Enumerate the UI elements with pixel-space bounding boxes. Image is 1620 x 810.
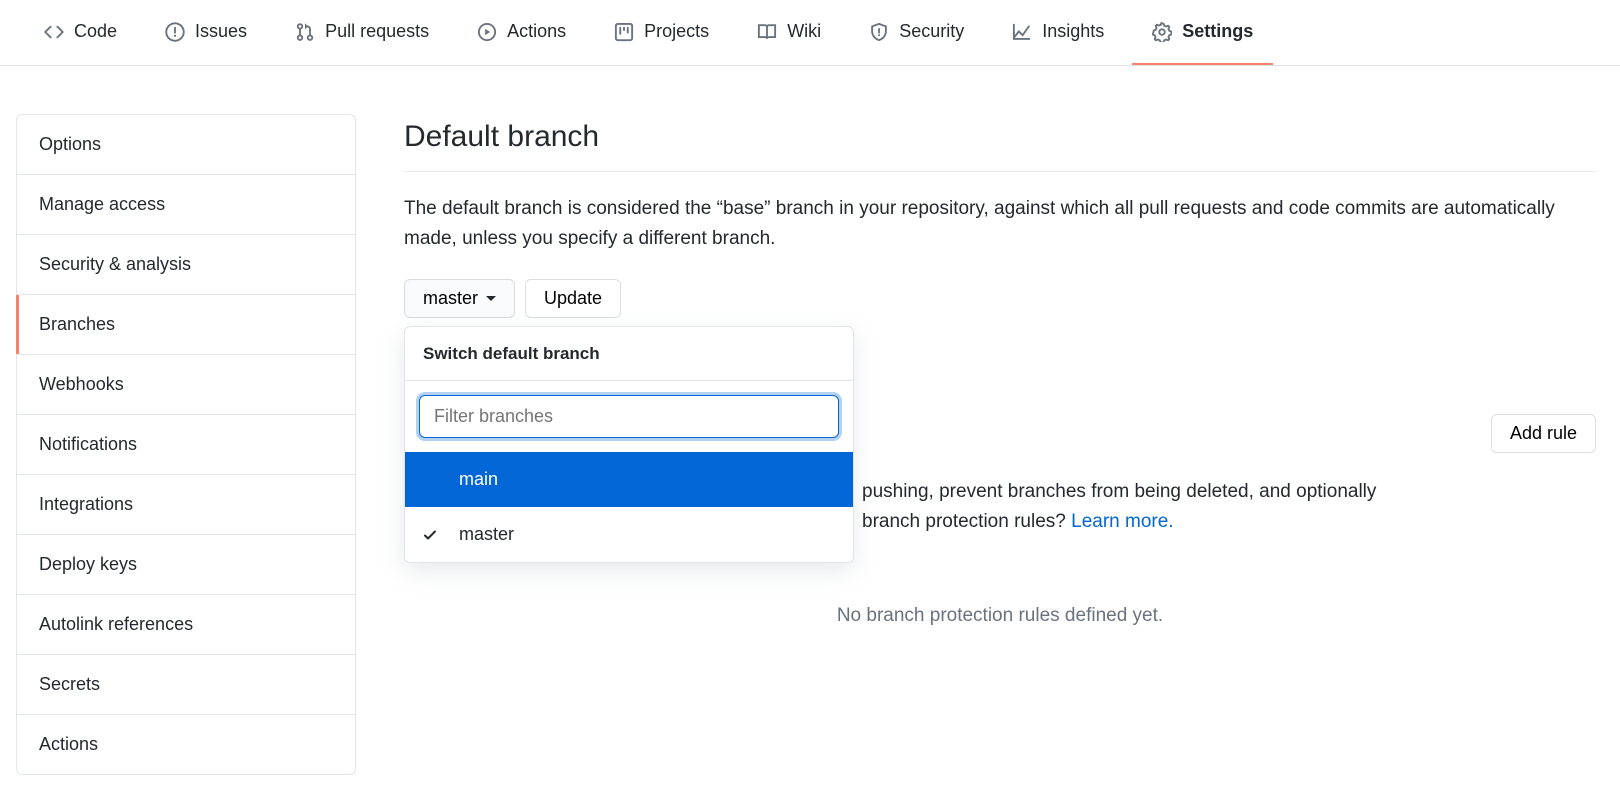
caret-down-icon bbox=[486, 296, 496, 301]
sidebar-item-integrations[interactable]: Integrations bbox=[17, 475, 355, 535]
wiki-icon bbox=[757, 22, 777, 42]
tab-security[interactable]: Security bbox=[849, 0, 984, 65]
security-icon bbox=[869, 22, 889, 42]
issue-icon bbox=[165, 22, 185, 42]
sidebar-item-webhooks[interactable]: Webhooks bbox=[17, 355, 355, 415]
add-rule-button[interactable]: Add rule bbox=[1491, 414, 1596, 453]
pr-icon bbox=[295, 22, 315, 42]
branch-selector-button[interactable]: master bbox=[404, 279, 515, 318]
code-icon bbox=[44, 22, 64, 42]
actions-icon bbox=[477, 22, 497, 42]
tab-insights[interactable]: Insights bbox=[992, 0, 1124, 65]
tab-label: Settings bbox=[1182, 18, 1253, 45]
branch-option-label: main bbox=[449, 466, 498, 493]
tab-label: Pull requests bbox=[325, 18, 429, 45]
sidebar-item-options[interactable]: Options bbox=[17, 115, 355, 175]
sidebar-item-secrets[interactable]: Secrets bbox=[17, 655, 355, 715]
tab-issues[interactable]: Issues bbox=[145, 0, 267, 65]
tab-label: Security bbox=[899, 18, 964, 45]
tab-label: Actions bbox=[507, 18, 566, 45]
repo-nav: Code Issues Pull requests Actions Projec… bbox=[0, 0, 1620, 66]
branch-selector-label: master bbox=[423, 288, 478, 309]
no-rules-message: No branch protection rules defined yet. bbox=[404, 602, 1596, 631]
check-icon bbox=[421, 527, 439, 543]
tab-label: Issues bbox=[195, 18, 247, 45]
settings-icon bbox=[1152, 22, 1172, 42]
tab-label: Wiki bbox=[787, 18, 821, 45]
sidebar-item-deploy-keys[interactable]: Deploy keys bbox=[17, 535, 355, 595]
learn-more-link[interactable]: Learn more. bbox=[1071, 511, 1173, 532]
sidebar-item-autolink-references[interactable]: Autolink references bbox=[17, 595, 355, 655]
tab-settings[interactable]: Settings bbox=[1132, 0, 1273, 65]
tab-projects[interactable]: Projects bbox=[594, 0, 729, 65]
sidebar-item-actions[interactable]: Actions bbox=[17, 715, 355, 774]
settings-sidebar: Options Manage access Security & analysi… bbox=[16, 114, 356, 775]
branch-option-main[interactable]: main bbox=[405, 452, 853, 507]
tab-code[interactable]: Code bbox=[24, 0, 137, 65]
branch-option-label: master bbox=[449, 521, 514, 548]
sidebar-item-manage-access[interactable]: Manage access bbox=[17, 175, 355, 235]
tab-label: Projects bbox=[644, 18, 709, 45]
tab-label: Insights bbox=[1042, 18, 1104, 45]
tab-actions[interactable]: Actions bbox=[457, 0, 586, 65]
main-content: Default branch The default branch is con… bbox=[404, 114, 1596, 775]
dropdown-title: Switch default branch bbox=[405, 327, 853, 382]
sidebar-item-notifications[interactable]: Notifications bbox=[17, 415, 355, 475]
switch-branch-dropdown: Switch default branch main master bbox=[404, 326, 854, 564]
default-branch-description: The default branch is considered the “ba… bbox=[404, 194, 1596, 255]
insights-icon bbox=[1012, 22, 1032, 42]
sidebar-item-security-analysis[interactable]: Security & analysis bbox=[17, 235, 355, 295]
filter-branches-input[interactable] bbox=[419, 395, 839, 438]
branch-option-master[interactable]: master bbox=[405, 507, 853, 562]
tab-pull-requests[interactable]: Pull requests bbox=[275, 0, 449, 65]
sidebar-item-branches[interactable]: Branches bbox=[17, 295, 355, 355]
projects-icon bbox=[614, 22, 634, 42]
tab-wiki[interactable]: Wiki bbox=[737, 0, 841, 65]
page-title: Default branch bbox=[404, 114, 1596, 172]
update-button[interactable]: Update bbox=[525, 279, 621, 318]
tab-label: Code bbox=[74, 18, 117, 45]
